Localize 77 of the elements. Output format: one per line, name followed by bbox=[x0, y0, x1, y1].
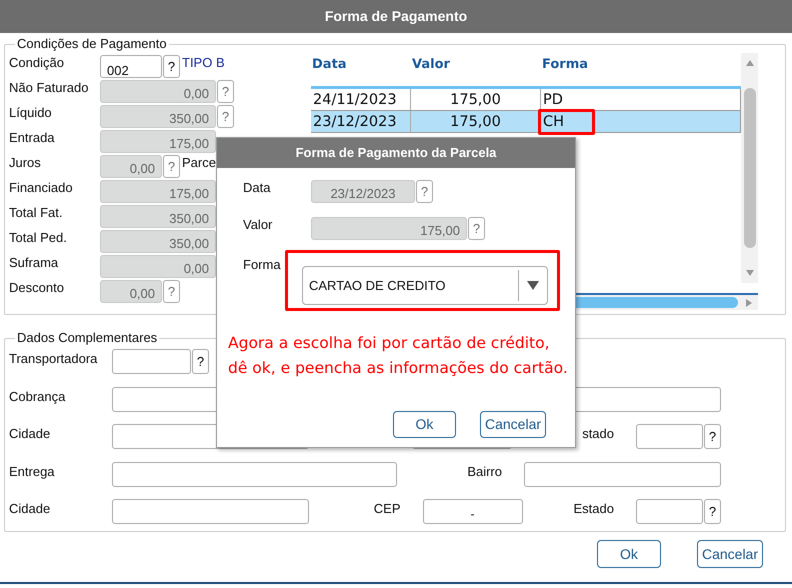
field-label: Não Faturado bbox=[9, 80, 90, 96]
table-cell-text: 175,00 bbox=[449, 112, 502, 132]
field-label: Juros bbox=[9, 155, 42, 171]
ok-button[interactable]: Ok bbox=[596, 540, 661, 568]
field-label: Cidade bbox=[9, 425, 52, 442]
input-field: 175,00 bbox=[100, 130, 216, 153]
column-header: Forma bbox=[541, 57, 588, 72]
table-cell-text: PD bbox=[542, 90, 564, 110]
field-label: Forma bbox=[243, 256, 282, 273]
scroll-down-icon[interactable] bbox=[744, 269, 754, 277]
column-header: Data bbox=[311, 57, 347, 72]
dialog-title: Forma de Pagamento da Parcela bbox=[217, 138, 575, 168]
window-title: Forma de Pagamento bbox=[0, 0, 792, 33]
scroll-right-icon[interactable] bbox=[744, 298, 754, 306]
input-field[interactable] bbox=[112, 499, 309, 524]
dropdown-caret-icon[interactable] bbox=[527, 281, 539, 290]
input-field: 0,00 bbox=[100, 255, 216, 278]
field-label: Suframa bbox=[9, 255, 60, 271]
field-label: Total Ped. bbox=[9, 230, 68, 246]
section-legend: Dados Complementares bbox=[15, 331, 160, 345]
input-field[interactable] bbox=[636, 424, 703, 449]
input-field: 0,00 bbox=[100, 280, 162, 303]
input-field[interactable] bbox=[112, 349, 191, 374]
column-header: Valor bbox=[411, 57, 450, 72]
field-label: Estado bbox=[572, 500, 615, 517]
input-field[interactable] bbox=[112, 462, 397, 486]
input-field[interactable] bbox=[636, 499, 703, 524]
annotation-text: Agora a escolha foi por cartão de crédito, dê ok, e peencha as informações do cartão. bbox=[227, 333, 569, 379]
table-cell: CH bbox=[538, 108, 596, 134]
input-field: 175,00 bbox=[311, 217, 467, 240]
field-label: Bairro bbox=[466, 462, 503, 480]
input-field: 350,00 bbox=[100, 205, 216, 228]
field-label: Condição bbox=[9, 55, 65, 71]
help-button[interactable]: ? bbox=[163, 55, 180, 78]
help-button[interactable]: ? bbox=[468, 217, 485, 240]
field-label: Financiado bbox=[9, 180, 74, 196]
input-field: 0,00 bbox=[100, 155, 162, 178]
input-field: 350,00 bbox=[100, 105, 216, 128]
table-cell-text: 24/11/2023 bbox=[312, 90, 398, 110]
field-label: CEP bbox=[372, 500, 402, 517]
field-label: Entrega bbox=[9, 462, 56, 480]
input-field: 0,00 bbox=[100, 80, 216, 103]
help-button[interactable]: ? bbox=[163, 155, 180, 178]
cancel-button[interactable]: Cancelar bbox=[480, 411, 546, 438]
table-row[interactable]: 23/12/2023 175,00 CH bbox=[311, 111, 741, 133]
input-field[interactable]: - bbox=[422, 499, 522, 524]
cancel-button[interactable]: Cancelar bbox=[696, 540, 763, 568]
ok-button[interactable]: Ok bbox=[393, 411, 456, 438]
table-cell-text: 23/12/2023 bbox=[312, 112, 398, 132]
help-button[interactable]: ? bbox=[163, 280, 180, 303]
field-label: Total Fat. bbox=[9, 205, 64, 221]
help-button[interactable]: ? bbox=[192, 349, 209, 374]
field-label: Cobrança bbox=[9, 388, 66, 404]
section-legend: Condições de Pagamento bbox=[15, 37, 169, 51]
table-cell-text: 175,00 bbox=[449, 90, 502, 110]
input-field: 350,00 bbox=[100, 230, 216, 253]
help-button[interactable]: ? bbox=[704, 499, 721, 524]
help-button[interactable]: ? bbox=[217, 80, 234, 103]
field-label: Desconto bbox=[9, 280, 65, 296]
scroll-thumb[interactable] bbox=[744, 88, 756, 248]
help-button[interactable]: ? bbox=[704, 424, 721, 449]
field-label: Líquido bbox=[9, 105, 53, 121]
input-field[interactable]: 002 bbox=[100, 55, 162, 78]
field-label: Entrada bbox=[9, 130, 56, 146]
help-button[interactable]: ? bbox=[217, 105, 234, 128]
input-field: 175,00 bbox=[100, 180, 216, 203]
scroll-up-icon[interactable] bbox=[744, 59, 754, 67]
input-field[interactable] bbox=[524, 462, 721, 486]
field-label: Transportadora bbox=[9, 350, 98, 367]
field-label: Cidade bbox=[9, 500, 52, 517]
select-field[interactable]: CARTAO DE CREDITO bbox=[302, 266, 548, 305]
field-label: Valor bbox=[243, 217, 274, 233]
field-label: Data bbox=[243, 180, 272, 196]
field-label: Parce bbox=[182, 155, 216, 171]
help-button[interactable]: ? bbox=[416, 180, 433, 203]
type-name: TIPO B bbox=[182, 55, 225, 71]
input-field: 23/12/2023 bbox=[311, 180, 415, 203]
